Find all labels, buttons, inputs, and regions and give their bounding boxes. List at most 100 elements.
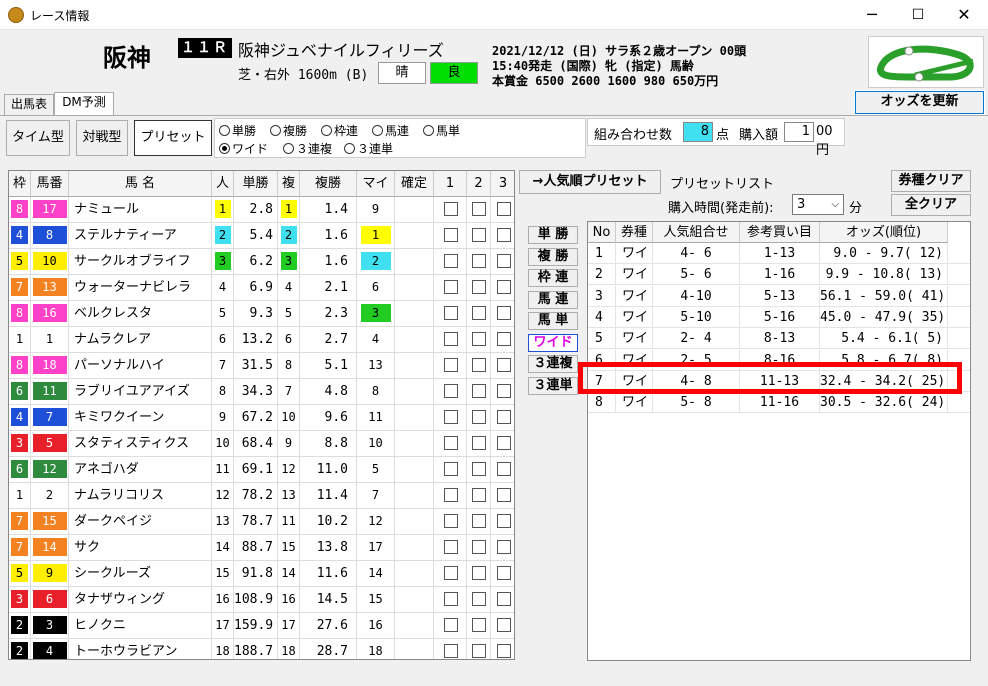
checkbox[interactable] — [472, 228, 486, 242]
checkbox[interactable] — [443, 228, 458, 242]
checkbox[interactable] — [472, 410, 486, 424]
preset-button[interactable]: プリセット — [134, 120, 212, 156]
list-item[interactable]: 4 ワイ 5-10 5-16 45.0 - 47.9( 35) — [588, 306, 970, 328]
combo-count-field[interactable]: 8 — [683, 122, 713, 142]
table-row[interactable]: 7 13 ウォーターナビレラ 4 6.9 4 2.1 6 — [9, 275, 514, 301]
table-row[interactable]: 6 11 ラブリイユアアイズ 8 34.3 7 4.8 8 — [9, 379, 514, 405]
tab-shutsuba[interactable]: 出馬表 — [4, 94, 54, 115]
checkbox[interactable] — [443, 384, 458, 398]
checkbox[interactable] — [472, 332, 486, 346]
checkbox[interactable] — [472, 358, 486, 372]
checkbox[interactable] — [496, 566, 511, 580]
table-row[interactable]: 7 15 ダークペイジ 13 78.7 11 10.2 12 — [9, 509, 514, 535]
checkbox[interactable] — [496, 202, 511, 216]
checkbox[interactable] — [496, 436, 511, 450]
checkbox[interactable] — [472, 540, 486, 554]
table-row[interactable]: 5 9 シークルーズ 15 91.8 14 11.6 14 — [9, 561, 514, 587]
checkbox[interactable] — [472, 644, 486, 658]
checkbox[interactable] — [443, 358, 458, 372]
bet-type-button[interactable]: 単 勝 — [528, 226, 578, 244]
bet-type-button[interactable]: ３連単 — [528, 376, 578, 395]
radio-wakuren[interactable]: 枠連 — [321, 122, 358, 139]
radio-fukusho[interactable]: 複勝 — [270, 122, 307, 139]
checkbox[interactable] — [443, 410, 458, 424]
checkbox[interactable] — [472, 488, 486, 502]
radio-umaren[interactable]: 馬連 — [372, 122, 409, 139]
checkbox[interactable] — [443, 618, 458, 632]
checkbox[interactable] — [496, 358, 511, 372]
table-row[interactable]: 2 4 トーホウラビアン 18 188.7 18 28.7 18 — [9, 639, 514, 659]
table-row[interactable]: 8 16 ベルクレスタ 5 9.3 5 2.3 3 — [9, 301, 514, 327]
checkbox[interactable] — [472, 280, 486, 294]
table-row[interactable]: 1 1 ナムラクレア 6 13.2 6 2.7 4 — [9, 327, 514, 353]
bet-type-button[interactable]: 馬 単 — [528, 312, 578, 330]
checkbox[interactable] — [472, 436, 486, 450]
amount-field[interactable]: 1 — [784, 122, 814, 142]
checkbox[interactable] — [443, 280, 458, 294]
checkbox[interactable] — [496, 332, 511, 346]
bet-type-button[interactable]: 複 勝 — [528, 247, 578, 266]
checkbox[interactable] — [472, 462, 486, 476]
maximize-button[interactable]: ☐ — [895, 0, 941, 30]
checkbox[interactable] — [472, 384, 486, 398]
table-row[interactable]: 3 5 スタティスティクス 10 68.4 9 8.8 10 — [9, 431, 514, 457]
checkbox[interactable] — [496, 488, 511, 502]
checkbox[interactable] — [443, 202, 458, 216]
checkbox[interactable] — [496, 644, 511, 658]
tab-dm-prediction[interactable]: DM予測 — [54, 92, 114, 116]
checkbox[interactable] — [443, 254, 458, 268]
table-row[interactable]: 5 10 サークルオブライフ 3 6.2 3 1.6 2 — [9, 249, 514, 275]
radio-wide[interactable]: ワイド — [219, 140, 268, 157]
checkbox[interactable] — [496, 384, 511, 398]
bet-type-button[interactable]: 馬 連 — [528, 290, 578, 309]
checkbox[interactable] — [496, 410, 511, 424]
checkbox[interactable] — [496, 618, 511, 632]
all-clear-button[interactable]: 全クリア — [891, 194, 971, 216]
checkbox[interactable] — [443, 306, 458, 320]
bet-type-button[interactable]: ３連複 — [528, 355, 578, 373]
close-button[interactable]: ✕ — [941, 0, 987, 30]
checkbox[interactable] — [472, 618, 486, 632]
checkbox[interactable] — [472, 254, 486, 268]
checkbox[interactable] — [472, 592, 486, 606]
list-item[interactable]: 3 ワイ 4-10 5-13 56.1 - 59.0( 41) — [588, 285, 970, 307]
minimize-button[interactable]: ─ — [849, 0, 895, 30]
checkbox[interactable] — [443, 436, 458, 450]
table-row[interactable]: 4 8 ステルナティーア 2 5.4 2 1.6 1 — [9, 223, 514, 249]
checkbox[interactable] — [443, 462, 458, 476]
list-item[interactable]: 8 ワイ 5- 8 11-16 30.5 - 32.6( 24) — [588, 392, 970, 414]
table-row[interactable]: 6 12 アネゴハダ 11 69.1 12 11.0 5 — [9, 457, 514, 483]
list-item[interactable]: 5 ワイ 2- 4 8-13 5.4 - 6.1( 5) — [588, 328, 970, 350]
radio-tansho[interactable]: 単勝 — [219, 122, 256, 139]
checkbox[interactable] — [443, 592, 458, 606]
checkbox[interactable] — [496, 462, 511, 476]
table-row[interactable]: 8 18 パーソナルハイ 7 31.5 8 5.1 13 — [9, 353, 514, 379]
popular-preset-button[interactable]: →人気順プリセット — [519, 170, 661, 194]
checkbox[interactable] — [496, 254, 511, 268]
checkbox[interactable] — [443, 332, 458, 346]
checkbox[interactable] — [472, 566, 486, 580]
bet-type-button[interactable]: ワイド — [528, 333, 578, 352]
battle-type-button[interactable]: 対戦型 — [76, 120, 128, 156]
time-type-button[interactable]: タイム型 — [6, 120, 70, 156]
odds-update-button[interactable]: オッズを更新 — [854, 90, 985, 115]
table-row[interactable]: 3 6 タナザウィング 16 108.9 16 14.5 15 — [9, 587, 514, 613]
checkbox[interactable] — [496, 592, 511, 606]
checkbox[interactable] — [443, 540, 458, 554]
bet-type-button[interactable]: 枠 連 — [528, 269, 578, 287]
checkbox[interactable] — [472, 514, 486, 528]
checkbox[interactable] — [496, 228, 511, 242]
table-row[interactable]: 8 17 ナミュール 1 2.8 1 1.4 9 — [9, 197, 514, 223]
buy-time-select[interactable]: 3 ⌵ — [792, 194, 844, 215]
radio-umatan[interactable]: 馬単 — [423, 122, 460, 139]
checkbox[interactable] — [496, 540, 511, 554]
checkbox[interactable] — [443, 644, 458, 658]
checkbox[interactable] — [496, 280, 511, 294]
list-item[interactable]: 1 ワイ 4- 6 1-13 9.0 - 9.7( 12) — [588, 243, 970, 264]
table-row[interactable]: 2 3 ヒノクニ 17 159.9 17 27.6 16 — [9, 613, 514, 639]
list-item[interactable]: 2 ワイ 5- 6 1-16 9.9 - 10.8( 13) — [588, 264, 970, 286]
checkbox[interactable] — [472, 306, 486, 320]
radio-sanrentan[interactable]: ３連単 — [344, 140, 393, 157]
table-row[interactable]: 1 2 ナムラリコリス 12 78.2 13 11.4 7 — [9, 483, 514, 509]
type-clear-button[interactable]: 券種クリア — [891, 170, 971, 192]
